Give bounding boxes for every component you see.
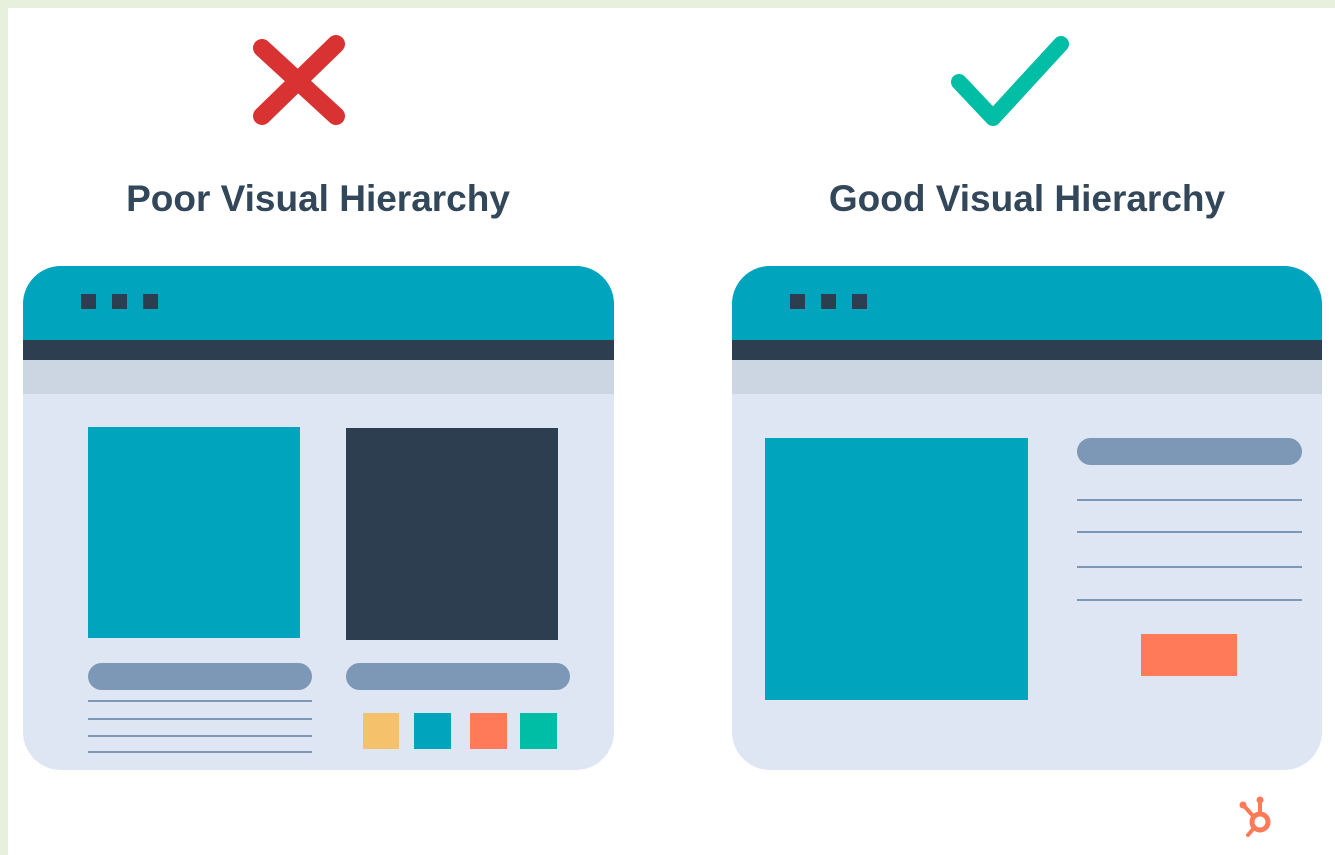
hubspot-sprocket-icon	[1239, 796, 1271, 837]
window-sub-bar	[23, 360, 614, 394]
good-hierarchy-title: Good Visual Hierarchy	[828, 178, 1226, 219]
check-mark-icon	[951, 36, 1069, 126]
color-swatch-teal	[414, 713, 451, 749]
text-line	[88, 735, 312, 737]
heading-placeholder	[1077, 438, 1302, 465]
x-mark-icon	[253, 35, 345, 125]
heading-placeholder	[88, 663, 312, 690]
window-dot	[143, 294, 158, 309]
window-title-bar	[732, 266, 1322, 340]
color-swatch-orange	[470, 713, 507, 749]
window-dot	[112, 294, 127, 309]
heading-placeholder	[346, 663, 570, 690]
good-hierarchy-window	[732, 266, 1322, 770]
hero-image-block	[765, 438, 1028, 700]
color-swatch-yellow	[363, 713, 399, 749]
text-line	[88, 700, 312, 702]
image-block-dark	[346, 428, 558, 640]
window-title-bar	[23, 266, 614, 340]
window-nav-bar	[732, 340, 1322, 360]
window-nav-bar	[23, 340, 614, 360]
text-line	[88, 751, 312, 753]
poor-hierarchy-title: Poor Visual Hierarchy	[126, 178, 510, 219]
color-swatch-green	[520, 713, 557, 749]
window-dot	[852, 294, 867, 309]
window-controls	[81, 294, 158, 309]
window-sub-bar	[732, 360, 1322, 394]
text-line	[1077, 499, 1302, 501]
image-block-teal	[88, 427, 300, 638]
text-line	[88, 718, 312, 720]
text-line	[1077, 531, 1302, 533]
text-line	[1077, 566, 1302, 568]
window-dot	[81, 294, 96, 309]
poor-hierarchy-window	[23, 266, 614, 770]
call-to-action-button	[1141, 634, 1237, 676]
window-dot	[790, 294, 805, 309]
window-controls	[790, 294, 867, 309]
text-line	[1077, 599, 1302, 601]
window-dot	[821, 294, 836, 309]
